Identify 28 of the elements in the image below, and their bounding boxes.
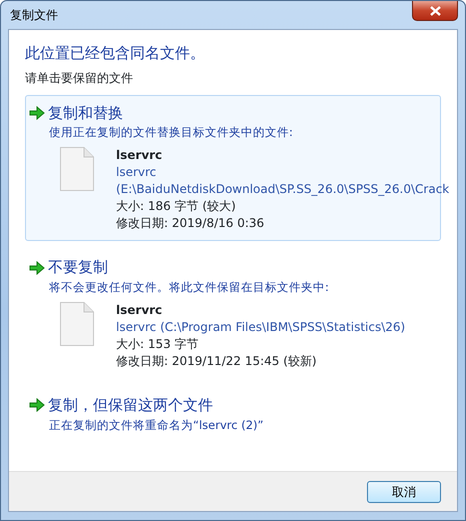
file-path: (E:\BaiduNetdiskDownload\SP.SS_26.0\SPSS_26.0\Crack [116, 181, 450, 198]
file-icon [60, 147, 94, 192]
option-title: 复制和替换 [48, 102, 123, 124]
file-date: 修改日期: 2019/11/22 15:45 (较新) [116, 353, 318, 370]
file-size: 大小: 186 字节 (较大) [116, 198, 237, 216]
arrow-icon [29, 398, 45, 412]
option-title: 不要复制 [48, 257, 108, 278]
file-icon [60, 302, 94, 346]
file-path: lservrc (C:\Program Files\IBM\SPSS\Statistics\26) [116, 319, 406, 336]
option-panel[interactable]: 复制，但保留这两个文件 正在复制的文件将重命名为“lservrc (2)” [25, 387, 441, 443]
file-date: 修改日期: 2019/8/16 0:36 [116, 215, 266, 232]
option-panel[interactable]: 不要复制 将不会更改任何文件。将此文件保留在目标文件夹中: lservrc lservrc (C:\Program Files\IBM\SPSS\Statistics\26) 大小: 153 字节 修改日期: 2019/11/22 15:45 (较新) [25, 249, 441, 379]
file-name: lservrc [116, 147, 164, 164]
window-title: 复制文件 [9, 7, 58, 24]
arrow-icon [29, 260, 45, 274]
option-title: 复制，但保留这两个文件 [48, 395, 213, 416]
arrow-icon [29, 106, 45, 120]
close-icon [430, 6, 440, 16]
option-description: 将不会更改任何文件。将此文件保留在目标文件夹中: [49, 278, 330, 296]
close-button[interactable] [412, 1, 458, 21]
cancel-button[interactable]: 取消 [367, 480, 441, 502]
heading: 此位置已经包含同名文件。 [25, 43, 206, 64]
instruction-text: 请单击要保留的文件 [25, 70, 134, 86]
file-name: lservrc [116, 302, 164, 319]
option-description: 正在复制的文件将重命名为“lservrc (2)” [49, 416, 264, 434]
option-description: 使用正在复制的文件替换目标文件夹中的文件: [49, 124, 294, 141]
file-path: lservrc [116, 164, 158, 182]
file-size: 大小: 153 字节 [116, 336, 200, 353]
